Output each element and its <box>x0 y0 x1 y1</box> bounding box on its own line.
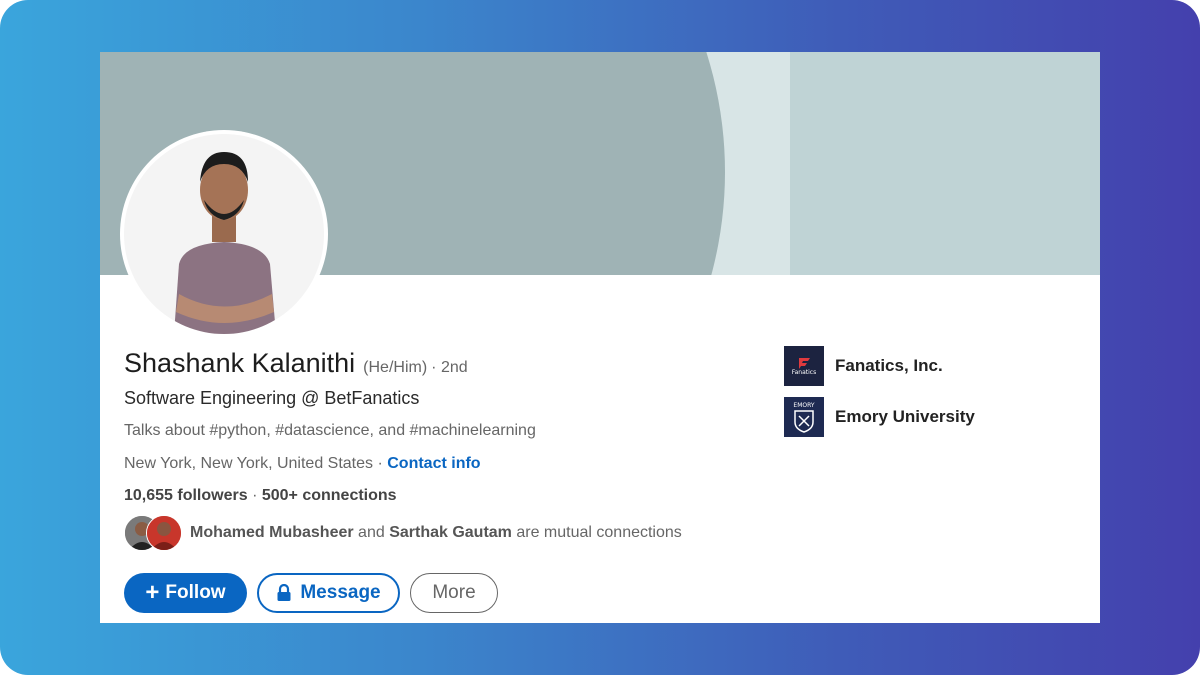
location-separator: · <box>373 455 388 472</box>
org-item-emory[interactable]: EMORY Emory University <box>784 397 975 437</box>
connections-count[interactable]: 500+ connections <box>262 487 397 504</box>
more-label: More <box>432 582 476 603</box>
talks-about: Talks about #python, #datascience, and #… <box>124 422 536 439</box>
connection-degree: · 2nd <box>431 359 468 376</box>
location-row: New York, New York, United States · Cont… <box>124 455 481 473</box>
profile-name: Shashank Kalanithi <box>124 348 356 378</box>
fanatics-logo: Fanatics <box>784 346 824 386</box>
emory-logo-text: EMORY <box>793 401 815 409</box>
profile-photo[interactable] <box>124 134 324 334</box>
location: New York, New York, United States <box>124 455 374 472</box>
profile-headline: Software Engineering @ BetFanatics <box>124 388 420 408</box>
name-row: Shashank Kalanithi (He/Him) · 2nd <box>124 348 468 379</box>
experience-education-list: Fanatics Fanatics, Inc. EMORY Emory Univ… <box>784 346 975 448</box>
pronouns: (He/Him) <box>363 359 428 376</box>
lock-icon <box>276 584 292 602</box>
follow-button[interactable]: + Follow <box>124 573 247 613</box>
mutual-connections-text: Mohamed Mubasheer and Sarthak Gautam are… <box>190 524 682 542</box>
mutual-name-2: Sarthak Gautam <box>389 524 512 541</box>
gradient-frame: Shashank Kalanithi (He/Him) · 2nd Softwa… <box>0 0 1200 675</box>
mutual-suffix: are mutual connections <box>511 524 682 541</box>
fanatics-logo-text: Fanatics <box>791 368 817 376</box>
stats-separator: · <box>247 487 262 504</box>
contact-info-link[interactable]: Contact info <box>387 455 480 472</box>
emory-logo: EMORY <box>784 397 824 437</box>
message-button[interactable]: Message <box>257 573 400 613</box>
stats-row: 10,655 followers · 500+ connections <box>124 487 397 505</box>
org-name: Fanatics, Inc. <box>835 356 943 375</box>
followers-count: 10,655 followers <box>124 487 248 504</box>
plus-icon: + <box>145 579 160 606</box>
mutual-avatar <box>146 515 182 551</box>
more-button[interactable]: More <box>410 573 498 613</box>
org-item-fanatics[interactable]: Fanatics Fanatics, Inc. <box>784 346 975 386</box>
profile-card: Shashank Kalanithi (He/Him) · 2nd Softwa… <box>100 52 1100 623</box>
mutual-name-1: Mohamed Mubasheer <box>190 524 354 541</box>
mutual-avatars <box>124 515 182 551</box>
mutual-conj: and <box>353 524 390 541</box>
message-label: Message <box>300 582 381 603</box>
follow-label: Follow <box>165 582 226 603</box>
org-name: Emory University <box>835 407 975 426</box>
profile-actions: + Follow Message More <box>124 573 498 613</box>
mutual-connections[interactable]: Mohamed Mubasheer and Sarthak Gautam are… <box>124 515 682 551</box>
